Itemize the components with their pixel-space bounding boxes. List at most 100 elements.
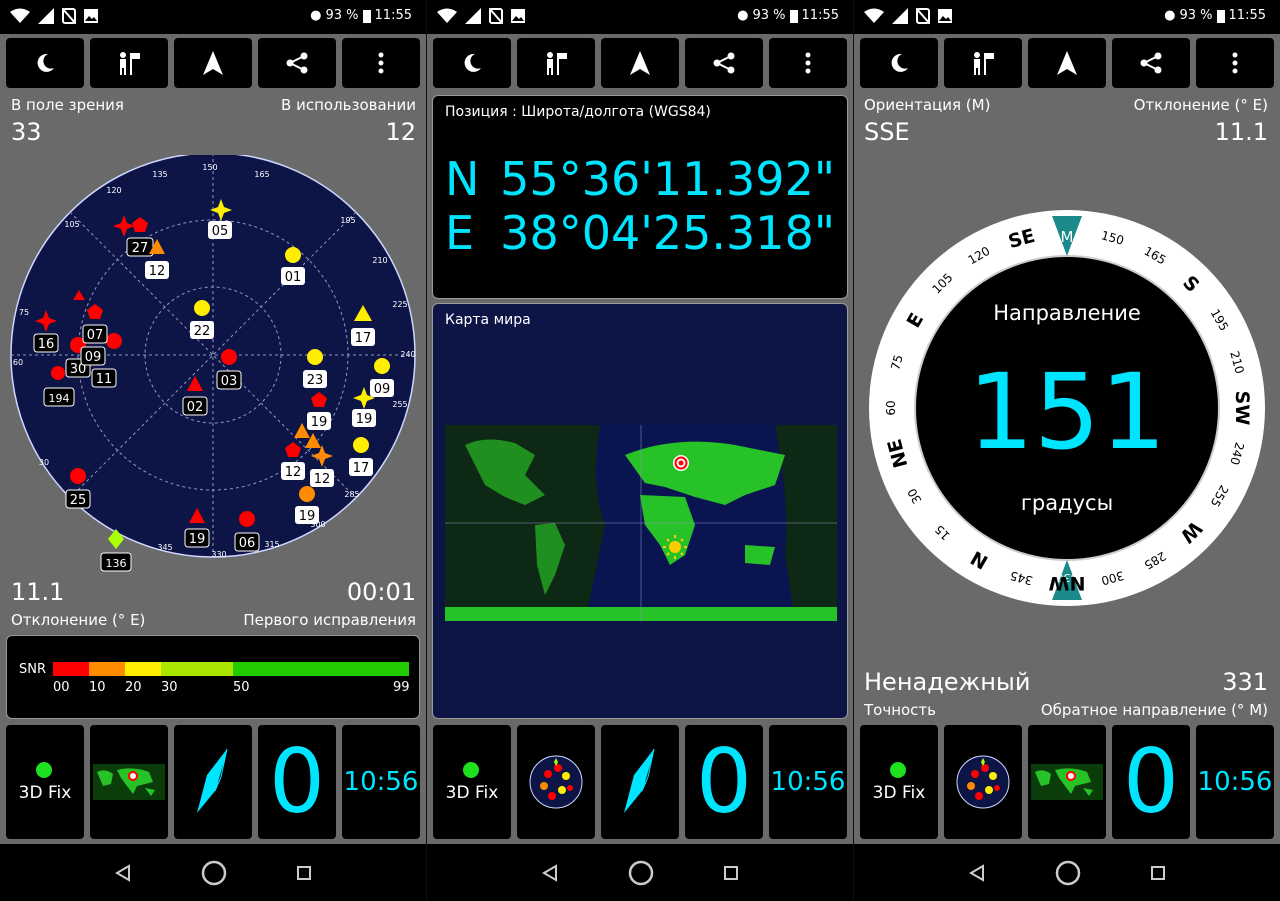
- more-button[interactable]: [769, 38, 847, 88]
- fix-tile[interactable]: 3D Fix: [6, 725, 84, 839]
- time-tile[interactable]: 10:56: [342, 725, 420, 839]
- tick-345: 345: [157, 543, 172, 552]
- dial-label: 60: [884, 400, 898, 415]
- tick-150: 150: [202, 163, 217, 172]
- location-icon: ●: [1164, 8, 1176, 23]
- recents-icon[interactable]: [296, 865, 312, 881]
- more-button[interactable]: [1196, 38, 1274, 88]
- battery-text: 93 %: [1179, 8, 1213, 23]
- recents-icon[interactable]: [1150, 865, 1166, 881]
- world-map: [445, 425, 837, 621]
- svg-text:05: 05: [212, 224, 229, 239]
- sky-panel: ● 93 % 11:55 В поле зрения 33 В использо…: [0, 0, 426, 901]
- home-icon[interactable]: [201, 860, 227, 886]
- count-tile[interactable]: 0: [1112, 725, 1190, 839]
- tick-105: 105: [64, 220, 79, 229]
- fix-tile[interactable]: 3D Fix: [433, 725, 511, 839]
- more-vert-icon: [378, 52, 384, 74]
- svg-text:19: 19: [311, 415, 328, 430]
- share-icon: [1140, 52, 1162, 74]
- sky-tile[interactable]: [944, 725, 1022, 839]
- no-sim-icon: [62, 8, 76, 24]
- fix-tile[interactable]: 3D Fix: [860, 725, 938, 839]
- battery-text: 93 %: [752, 8, 786, 23]
- sky-plot: 150 165 195 210 225 240 255 285 300 315 …: [10, 155, 416, 572]
- tick-60: 60: [13, 358, 23, 367]
- snr-tick-00: 00: [53, 680, 70, 695]
- back-icon[interactable]: [968, 863, 986, 882]
- accuracy-value: Ненадежный: [864, 668, 1031, 696]
- position-panel: ● 93 % 11:55 Позиция : Широта/долгота (W…: [427, 0, 853, 901]
- svg-text:06: 06: [239, 536, 256, 551]
- sky-view-icon: [529, 755, 583, 809]
- count-value: 0: [1123, 730, 1179, 833]
- more-vert-icon: [1232, 52, 1238, 74]
- sky-tile[interactable]: [517, 725, 595, 839]
- snr-gradient: [53, 662, 409, 676]
- person-flag-button[interactable]: [944, 38, 1022, 88]
- nav-bar: [0, 844, 426, 901]
- more-button[interactable]: [342, 38, 420, 88]
- compass-tile[interactable]: [174, 725, 252, 839]
- compass-panel: ● 93 % 11:55 Ориентация (M) SSE Отклонен…: [854, 0, 1280, 901]
- night-mode-button[interactable]: [433, 38, 511, 88]
- toolbar: [433, 38, 847, 88]
- battery-icon: [1216, 9, 1225, 23]
- svg-text:01: 01: [285, 270, 302, 285]
- share-button[interactable]: [258, 38, 336, 88]
- status-bar: ● 93 % 11:55: [0, 0, 426, 34]
- wifi-icon: [10, 8, 30, 23]
- world-map-icon: [93, 764, 165, 800]
- svg-text:09: 09: [85, 350, 102, 365]
- back-icon[interactable]: [541, 863, 559, 882]
- tick-75: 75: [19, 308, 29, 317]
- wifi-icon: [864, 8, 884, 23]
- count-tile[interactable]: 0: [258, 725, 336, 839]
- home-icon[interactable]: [628, 860, 654, 886]
- map-tile[interactable]: [1028, 725, 1106, 839]
- recents-icon[interactable]: [723, 865, 739, 881]
- tick-210: 210: [372, 256, 387, 265]
- count-tile[interactable]: 0: [685, 725, 763, 839]
- navigate-button[interactable]: [1028, 38, 1106, 88]
- share-button[interactable]: [1112, 38, 1190, 88]
- nav-bar: [427, 844, 853, 901]
- night-mode-button[interactable]: [6, 38, 84, 88]
- image-icon: [938, 9, 952, 23]
- svg-text:12: 12: [285, 465, 302, 480]
- svg-text:19: 19: [356, 412, 373, 427]
- orientation-label: Ориентация (M): [864, 96, 991, 114]
- compass-tile[interactable]: [601, 725, 679, 839]
- declination-label: Отклонение (° E): [11, 611, 146, 629]
- map-tile[interactable]: [90, 725, 168, 839]
- home-icon[interactable]: [1055, 860, 1081, 886]
- status-bar: ● 93 % 11:55: [427, 0, 853, 34]
- navigate-button[interactable]: [174, 38, 252, 88]
- svg-text:09: 09: [374, 382, 391, 397]
- quick-tiles: 3D Fix 0 10:56: [860, 725, 1274, 839]
- person-flag-icon: [120, 52, 140, 75]
- navigate-button[interactable]: [601, 38, 679, 88]
- person-flag-button[interactable]: [517, 38, 595, 88]
- lon-hemisphere: E: [445, 206, 475, 260]
- time-tile[interactable]: 10:56: [769, 725, 847, 839]
- toolbar: [860, 38, 1274, 88]
- tick-30: 30: [39, 458, 49, 467]
- battery-icon: [789, 9, 798, 23]
- fix-label: 3D Fix: [872, 783, 926, 803]
- tick-285: 285: [344, 490, 359, 499]
- svg-text:17: 17: [355, 331, 372, 346]
- back-icon[interactable]: [114, 863, 132, 882]
- compass-needle-icon: [197, 748, 228, 813]
- snr-tick-30: 30: [161, 680, 178, 695]
- night-mode-button[interactable]: [860, 38, 938, 88]
- share-icon: [713, 52, 735, 74]
- in-use-label: В использовании: [281, 96, 416, 114]
- count-value: 0: [269, 730, 325, 833]
- person-flag-button[interactable]: [90, 38, 168, 88]
- fix-label: 3D Fix: [445, 783, 499, 803]
- svg-text:17: 17: [353, 461, 370, 476]
- share-button[interactable]: [685, 38, 763, 88]
- svg-text:12: 12: [149, 264, 166, 279]
- time-tile[interactable]: 10:56: [1196, 725, 1274, 839]
